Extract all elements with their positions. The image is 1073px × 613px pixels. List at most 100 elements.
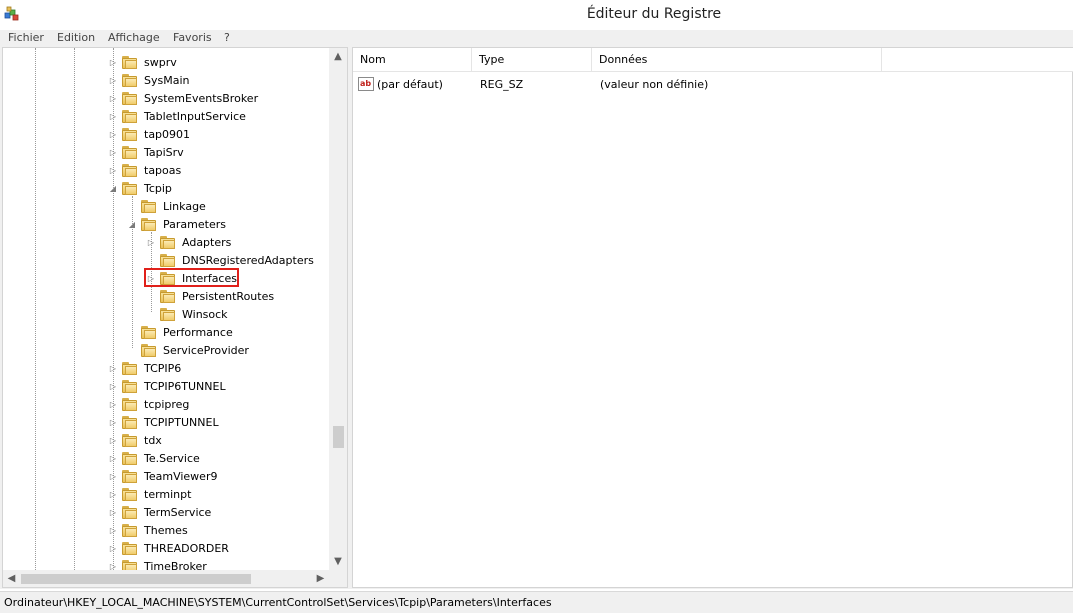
tree-node-label: tapoas [144, 164, 182, 177]
tree-node[interactable]: ◢ Tcpip [3, 180, 333, 198]
tree-node[interactable]: ▷ SysMain [3, 72, 333, 90]
tree-node[interactable]: ▷ tapoas [3, 162, 333, 180]
tree-node[interactable]: ▷ TapiSrv [3, 144, 333, 162]
expand-arrow-icon[interactable]: ▷ [108, 57, 118, 68]
tree-node[interactable]: ▷ TermService [3, 504, 333, 522]
tree-node[interactable]: ▷ TCPIPTUNNEL [3, 414, 333, 432]
expand-arrow-icon[interactable]: ▷ [108, 381, 118, 392]
expand-arrow-icon[interactable]: ▷ [108, 435, 118, 446]
menu-affichage[interactable]: Affichage [108, 31, 160, 44]
key-tree-pane[interactable]: ▷ swprv ▷ SysMain ▷ SystemEventsBroker ▷ Tablet… [2, 47, 348, 588]
expand-arrow-icon[interactable]: ▷ [108, 417, 118, 428]
tree-node[interactable]: ▷ tcpipreg [3, 396, 333, 414]
expand-arrow-icon[interactable]: ▷ [108, 363, 118, 374]
tree-node-label: TapiSrv [144, 146, 184, 159]
tree-node[interactable]: ▷ Te.Service [3, 450, 333, 468]
folder-icon [122, 146, 137, 159]
column-header-type[interactable]: Type [472, 48, 592, 72]
tree-node[interactable]: ▷ swprv [3, 54, 333, 72]
tree-node[interactable]: Performance [3, 324, 333, 342]
tree-node-label: PersistentRoutes [182, 290, 275, 303]
vertical-scroll-thumb[interactable] [333, 426, 344, 448]
expand-arrow-icon[interactable]: ▷ [108, 507, 118, 518]
menu-fichier[interactable]: Fichier [8, 31, 44, 44]
folder-icon [122, 416, 137, 429]
status-bar: Ordinateur\HKEY_LOCAL_MACHINE\SYSTEM\Cur… [0, 591, 1073, 613]
highlight-annotation [144, 268, 239, 287]
tree-node[interactable]: ServiceProvider [3, 342, 333, 360]
list-header: Nom Type Données [353, 48, 1073, 72]
column-header-donnees[interactable]: Données [592, 48, 882, 72]
column-header-nom[interactable]: Nom [353, 48, 472, 72]
horizontal-scroll-thumb[interactable] [21, 574, 251, 584]
expand-arrow-icon[interactable]: ▷ [108, 525, 118, 536]
expand-arrow-icon[interactable]: ▷ [108, 543, 118, 554]
collapse-arrow-icon[interactable]: ◢ [127, 219, 137, 230]
tree-node-label: SystemEventsBroker [144, 92, 259, 105]
expand-arrow-icon[interactable]: ▷ [108, 93, 118, 104]
collapse-arrow-icon[interactable]: ◢ [108, 183, 118, 194]
tree-node[interactable]: PersistentRoutes [3, 288, 333, 306]
folder-icon [122, 380, 137, 393]
folder-icon [122, 128, 137, 141]
expand-arrow-icon[interactable]: ▷ [108, 471, 118, 482]
tree-node[interactable]: ▷ tdx [3, 432, 333, 450]
value-name: (par défaut) [377, 78, 443, 91]
tree-node-label: Performance [163, 326, 233, 339]
folder-icon [122, 524, 137, 537]
tree-vertical-scrollbar[interactable]: ▲ ▼ [329, 48, 347, 570]
menu-help[interactable]: ? [224, 31, 230, 44]
tree-node[interactable]: ▷ SystemEventsBroker [3, 90, 333, 108]
scroll-down-arrow-icon[interactable]: ▼ [329, 553, 347, 570]
tree-node-label: SysMain [144, 74, 190, 87]
tree-node[interactable]: ▷ TCPIP6 [3, 360, 333, 378]
tree-node-label: TCPIP6TUNNEL [144, 380, 226, 393]
expand-arrow-icon[interactable]: ▷ [108, 165, 118, 176]
tree-node[interactable]: ▷ TCPIP6TUNNEL [3, 378, 333, 396]
tree-node[interactable]: ▷ tap0901 [3, 126, 333, 144]
expand-arrow-icon[interactable]: ▷ [108, 147, 118, 158]
tree-node-label: tcpipreg [144, 398, 190, 411]
folder-icon [122, 452, 137, 465]
tree-node[interactable]: ▷ Adapters [3, 234, 333, 252]
expand-arrow-icon[interactable]: ▷ [108, 453, 118, 464]
folder-icon [122, 92, 137, 105]
tree-node[interactable]: ▷ TabletInputService [3, 108, 333, 126]
folder-icon [122, 398, 137, 411]
tree-node[interactable]: ▷ Themes [3, 522, 333, 540]
table-row[interactable]: ab (par défaut) REG_SZ (valeur non défin… [353, 76, 1073, 94]
scroll-right-arrow-icon[interactable]: ▶ [312, 570, 329, 587]
tree-node[interactable]: ◢ Parameters [3, 216, 333, 234]
tree-node-label: Te.Service [144, 452, 200, 465]
menu-favoris[interactable]: Favoris [173, 31, 212, 44]
expand-arrow-icon[interactable]: ▷ [146, 237, 156, 248]
expand-arrow-icon[interactable]: ▷ [108, 399, 118, 410]
expand-arrow-icon[interactable]: ▷ [108, 75, 118, 86]
folder-icon [122, 434, 137, 447]
tree-node-label: Linkage [163, 200, 206, 213]
tree-node[interactable]: Winsock [3, 306, 333, 324]
scroll-left-arrow-icon[interactable]: ◀ [3, 570, 20, 587]
folder-icon [122, 74, 137, 87]
expand-arrow-icon[interactable]: ▷ [108, 111, 118, 122]
tree-node[interactable]: ▷ TeamViewer9 [3, 468, 333, 486]
title-bar: Éditeur du Registre [0, 0, 1073, 30]
folder-icon [160, 290, 175, 303]
tree-node-label: swprv [144, 56, 177, 69]
value-data: (valeur non définie) [600, 78, 709, 91]
window-title: Éditeur du Registre [586, 6, 722, 22]
tree-node[interactable]: ▷ THREADORDER [3, 540, 333, 558]
tree-node-label: THREADORDER [144, 542, 229, 555]
folder-icon [122, 56, 137, 69]
folder-icon [122, 182, 137, 195]
tree-horizontal-scrollbar[interactable]: ◀ ▶ [3, 570, 329, 587]
tree-node-label: ServiceProvider [163, 344, 249, 357]
values-list-pane[interactable]: Nom Type Données ab (par défaut) REG_SZ … [352, 47, 1073, 588]
tree-node[interactable]: Linkage [3, 198, 333, 216]
scroll-up-arrow-icon[interactable]: ▲ [329, 48, 347, 65]
tree-node[interactable]: ▷ terminpt [3, 486, 333, 504]
expand-arrow-icon[interactable]: ▷ [108, 129, 118, 140]
folder-icon [122, 506, 137, 519]
menu-edition[interactable]: Edition [57, 31, 95, 44]
expand-arrow-icon[interactable]: ▷ [108, 489, 118, 500]
